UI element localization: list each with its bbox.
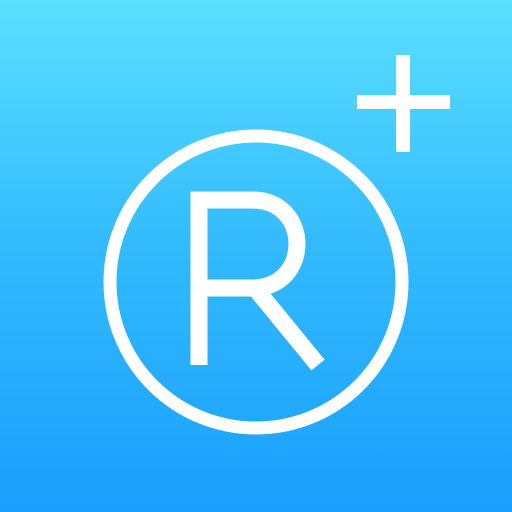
app-icon — [0, 0, 512, 512]
logo-letter-r — [190, 191, 325, 371]
plus-icon — [357, 55, 450, 152]
app-icon-artwork — [103, 55, 450, 435]
